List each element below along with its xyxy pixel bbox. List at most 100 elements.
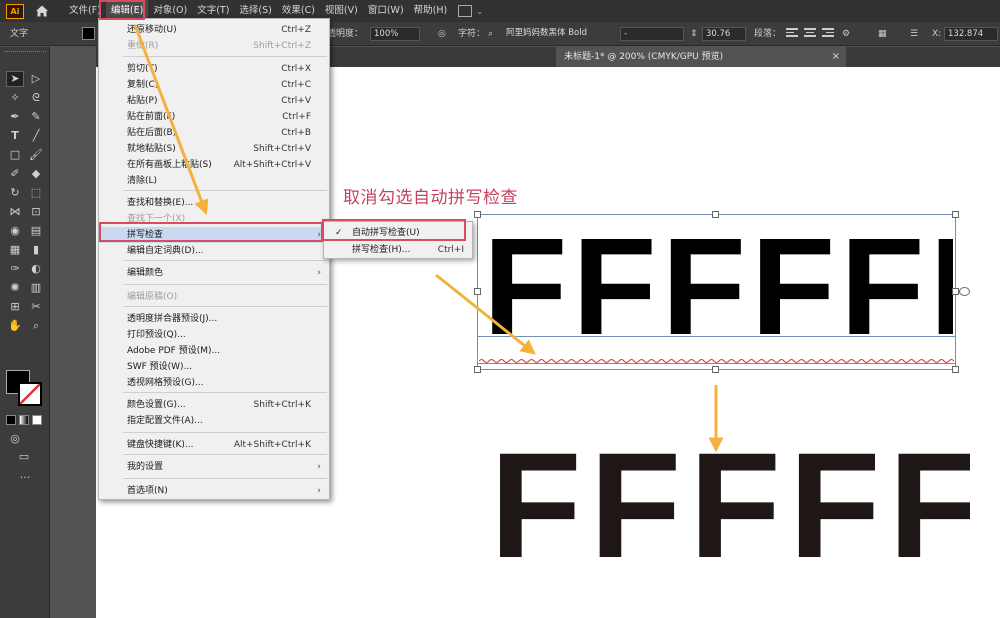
type-tool-icon[interactable]: T (7, 129, 23, 143)
edit-menu-item[interactable]: SWF 预设(W)... (99, 359, 329, 375)
font-size-stepper-icon[interactable]: ⇕ (690, 22, 698, 46)
resize-handle[interactable] (952, 366, 959, 373)
zoom-tool-icon[interactable]: ⌕ (28, 319, 44, 333)
edit-menu-item[interactable]: 就地粘贴(S) Shift+Ctrl+V (99, 141, 329, 157)
fill-color-swatch[interactable] (82, 27, 95, 40)
rotate-tool-icon[interactable]: ↻ (7, 186, 23, 200)
slice-tool-icon[interactable]: ✂ (28, 300, 44, 314)
resize-handle[interactable] (712, 211, 719, 218)
column-graph-tool-icon[interactable]: ▥ (28, 281, 44, 295)
menu-separator (123, 56, 327, 57)
blend-tool-icon[interactable]: ◐ (28, 262, 44, 276)
menu-item-shortcut: Ctrl+C (281, 80, 311, 90)
shape-builder-tool-icon[interactable]: ◉ (7, 224, 23, 238)
edit-menu-item[interactable]: 透明度拼合器预设(J)... (99, 311, 329, 327)
recolor-icon[interactable]: ◎ (438, 22, 446, 46)
edit-menu-item[interactable]: 我的设置 › (99, 459, 329, 475)
document-tab-title: 未标题-1* @ 200% (CMYK/GPU 预览) (564, 52, 724, 62)
font-size-input[interactable]: 30.76 (702, 27, 746, 41)
edit-menu-item[interactable]: 还原移动(U) Ctrl+Z (99, 22, 329, 38)
gradient-swatch[interactable] (19, 415, 29, 425)
panel-grip[interactable] (4, 51, 46, 59)
edit-menu-item[interactable]: 复制(C) Ctrl+C (99, 77, 329, 93)
search-icon[interactable]: ⌕ (488, 22, 493, 46)
selection-tool-icon[interactable]: ➤ (7, 72, 23, 86)
artboard-tool-icon[interactable]: ⊞ (7, 300, 23, 314)
resize-handle[interactable] (474, 211, 481, 218)
paintbrush-tool-icon[interactable]: 🖌 (28, 148, 44, 162)
stroke-color-box[interactable] (18, 382, 42, 406)
scale-tool-icon[interactable]: ⬚ (28, 186, 44, 200)
width-tool-icon[interactable]: ⋈ (7, 205, 23, 219)
eyedropper-tool-icon[interactable]: ✑ (7, 262, 23, 276)
draw-mode-icon[interactable]: ◎ (7, 432, 23, 446)
symbol-sprayer-tool-icon[interactable]: ✺ (7, 281, 23, 295)
edit-menu-item[interactable]: 贴在后面(B) Ctrl+B (99, 125, 329, 141)
resize-handle[interactable] (952, 288, 959, 295)
shape-options-icon[interactable]: ⚙ (842, 22, 850, 46)
close-icon[interactable]: × (832, 47, 840, 67)
text-bounding-box[interactable] (477, 214, 956, 370)
screen-mode-icon[interactable]: ▭ (16, 450, 32, 464)
lasso-tool-icon[interactable]: ᘓ (28, 91, 44, 105)
edit-menu-item[interactable]: 剪切(T) Ctrl+X (99, 61, 329, 77)
edit-menu-item[interactable]: 清除(L) (99, 173, 329, 189)
resize-handle[interactable] (952, 211, 959, 218)
home-icon[interactable] (34, 3, 50, 19)
edit-menu-item[interactable]: 键盘快捷键(K)... Alt+Shift+Ctrl+K (99, 437, 329, 453)
edit-menu-item[interactable]: 打印预设(Q)... (99, 327, 329, 343)
resize-handle[interactable] (474, 288, 481, 295)
shaper-tool-icon[interactable]: ✐ (7, 167, 23, 181)
line-tool-icon[interactable]: ╱ (28, 129, 44, 143)
hand-tool-icon[interactable]: ✋ (7, 319, 23, 333)
text-out-port[interactable] (959, 287, 970, 296)
align-center-icon[interactable] (804, 28, 816, 40)
none-swatch[interactable] (32, 415, 42, 425)
x-position-input[interactable]: 132.874 (944, 27, 998, 41)
menu-item-label: 编辑原稿(O) (127, 292, 178, 302)
chevron-down-icon[interactable]: ⌄ (476, 7, 483, 16)
workspace-layout-icon[interactable] (458, 5, 473, 17)
edit-menu-item[interactable]: 指定配置文件(A)... (99, 413, 329, 429)
align-left-icon[interactable] (786, 28, 798, 40)
spelling-submenu-item[interactable]: 拼写检查(H)... Ctrl+I (324, 242, 472, 258)
direct-selection-tool-icon[interactable]: ▷ (28, 72, 44, 86)
edit-menu-item[interactable]: 贴在前面(F) Ctrl+F (99, 109, 329, 125)
transform-grid-icon[interactable]: ▦ (878, 22, 887, 46)
rectangle-tool-icon[interactable]: □ (7, 148, 23, 162)
free-transform-tool-icon[interactable]: ⊡ (28, 205, 44, 219)
edit-menu-item[interactable]: 编辑自定词典(D)... (99, 243, 329, 259)
edit-toolbar-icon[interactable]: ··· (0, 471, 50, 484)
edit-menu-item[interactable]: 透视网格预设(G)... (99, 375, 329, 391)
edit-menu-item[interactable]: 在所有画板上粘贴(S) Alt+Shift+Ctrl+V (99, 157, 329, 173)
align-options-icon[interactable]: ☰ (910, 22, 918, 46)
edit-menu-item[interactable]: 查找和替换(E)... (99, 195, 329, 211)
opacity-input[interactable]: 100% (370, 27, 420, 41)
menu-item-shortcut: Shift+Ctrl+Z (253, 41, 311, 51)
menu-item[interactable]: 帮助(H) (409, 0, 453, 22)
gradient-tool-icon[interactable]: ▮ (28, 243, 44, 257)
mesh-tool-icon[interactable]: ▦ (7, 243, 23, 257)
menu-item[interactable]: 窗口(W) (363, 0, 409, 22)
resize-handle[interactable] (474, 366, 481, 373)
resize-handle[interactable] (712, 366, 719, 373)
edit-menu-item[interactable]: 编辑颜色 › (99, 265, 329, 281)
menu-item-label: 在所有画板上粘贴(S) (127, 160, 212, 170)
char-label: 字符： (458, 29, 486, 39)
pen-tool-icon[interactable]: ✒ (7, 110, 23, 124)
perspective-grid-tool-icon[interactable]: ▤ (28, 224, 44, 238)
edit-menu-item[interactable]: 首选项(N) › (99, 483, 329, 499)
color-swatch[interactable] (6, 415, 16, 425)
edit-menu-item[interactable]: Adobe PDF 预设(M)... (99, 343, 329, 359)
font-style-select[interactable]: - (620, 27, 684, 41)
edit-menu-item[interactable]: 粘贴(P) Ctrl+V (99, 93, 329, 109)
menu-item-label: 键盘快捷键(K)... (127, 440, 194, 450)
font-family-select[interactable]: 阿里妈妈数黑体 Bold (503, 27, 618, 41)
align-right-icon[interactable] (822, 28, 834, 40)
magic-wand-tool-icon[interactable]: ✧ (7, 91, 23, 105)
menu-item-label: 就地粘贴(S) (127, 144, 176, 154)
curvature-tool-icon[interactable]: ✎ (28, 110, 44, 124)
document-tab[interactable]: 未标题-1* @ 200% (CMYK/GPU 预览) × (556, 47, 846, 67)
edit-menu-item[interactable]: 颜色设置(G)... Shift+Ctrl+K (99, 397, 329, 413)
eraser-tool-icon[interactable]: ◆ (28, 167, 44, 181)
